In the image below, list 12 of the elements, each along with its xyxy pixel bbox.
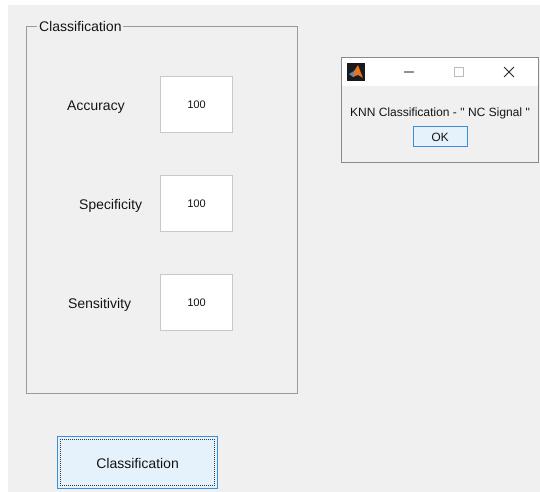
dialog-message: KNN Classification - '' NC Signal '' bbox=[350, 105, 530, 119]
metric-label: Specificity bbox=[78, 196, 144, 212]
metric-field[interactable]: 100 bbox=[160, 274, 233, 331]
ok-button[interactable]: OK bbox=[412, 126, 468, 147]
close-icon[interactable] bbox=[503, 66, 515, 78]
metric-label: Sensitivity bbox=[67, 294, 132, 310]
panel-title: Classification bbox=[38, 18, 122, 34]
app-icon bbox=[347, 63, 365, 81]
metric-label: Accuracy bbox=[66, 96, 126, 112]
metric-field[interactable]: 100 bbox=[160, 175, 233, 232]
metric-field[interactable]: 100 bbox=[160, 76, 233, 133]
classification-button[interactable]: Classification bbox=[57, 436, 218, 489]
